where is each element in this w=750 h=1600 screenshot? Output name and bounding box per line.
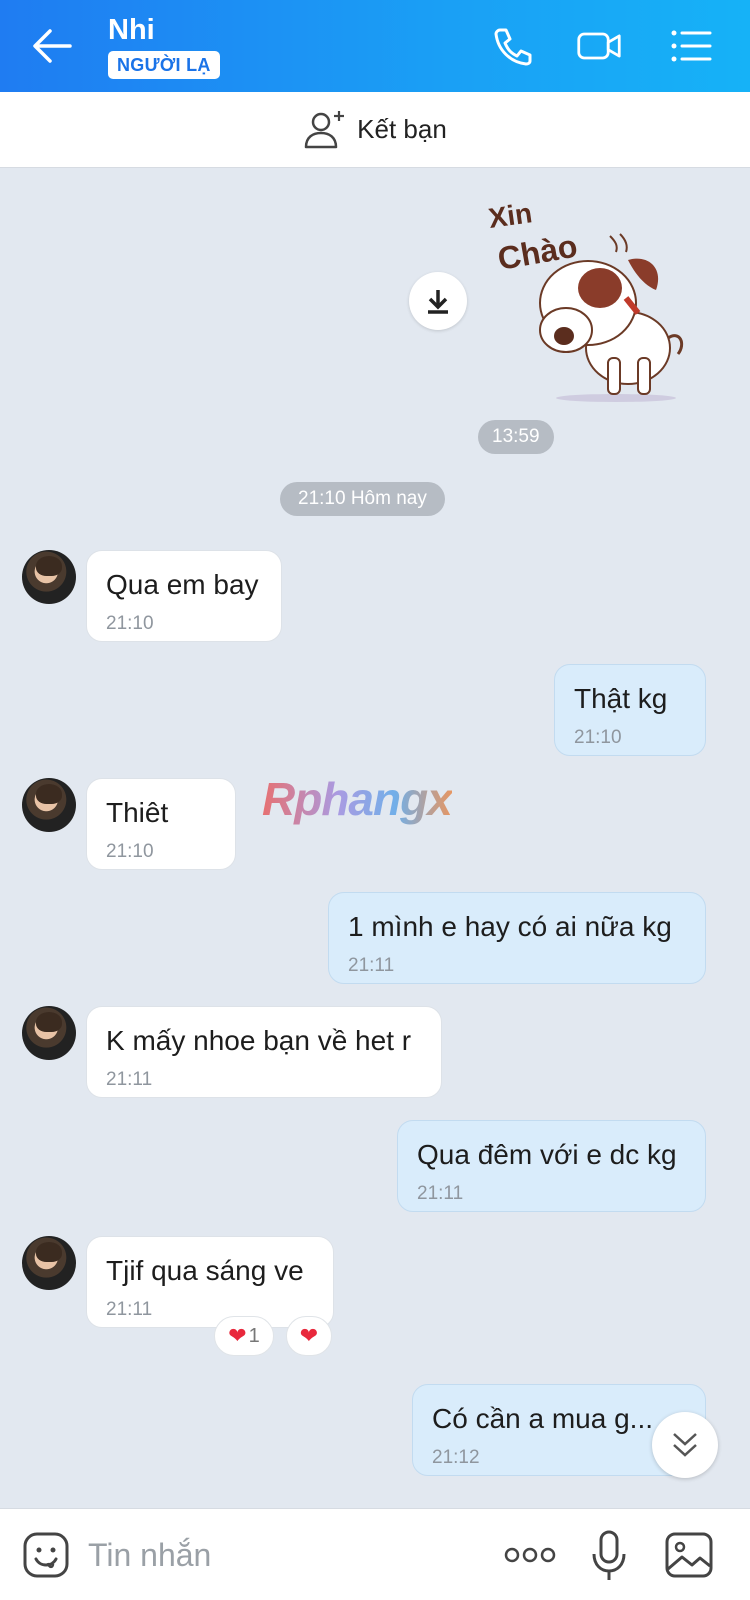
incoming-message[interactable]: Thiêt 21:10 <box>86 778 236 870</box>
message-text: 1 mình e hay có ai nữa kg <box>348 911 672 942</box>
message-time: 21:11 <box>106 1069 153 1090</box>
message-text: Thiêt <box>106 797 169 828</box>
message-text: Qua em bay <box>106 569 259 600</box>
outgoing-message[interactable]: Thật kg 21:10 <box>554 664 706 756</box>
message-text: Có cần a mua g... <box>432 1403 654 1434</box>
emoji-sticker-icon[interactable] <box>22 1531 70 1579</box>
add-friend-label: Kết bạn <box>357 114 447 144</box>
heart-icon: ❤ <box>299 1323 319 1348</box>
microphone-icon[interactable] <box>590 1529 628 1583</box>
reaction-summary[interactable]: ❤ 1 <box>214 1316 274 1356</box>
message-list[interactable]: Xin Chào 13:59 21:10 Hôm nay Qua em bay … <box>0 168 750 1508</box>
double-chevron-down-icon <box>673 1433 697 1457</box>
contact-name[interactable]: Nhi <box>108 14 155 47</box>
download-button[interactable] <box>409 272 467 330</box>
video-call-icon[interactable] <box>576 24 622 68</box>
message-time: 21:10 <box>106 841 154 862</box>
contact-avatar[interactable] <box>22 1236 76 1290</box>
message-time: 21:11 <box>417 1183 464 1204</box>
add-friend-bar[interactable]: Kết bạn <box>0 92 750 168</box>
chat-header: Nhi NGƯỜI LẠ <box>0 0 750 92</box>
download-icon <box>428 290 448 314</box>
heart-icon: ❤ <box>228 1323 247 1348</box>
message-text: Qua đêm với e dc kg <box>417 1139 677 1170</box>
message-input[interactable]: Tin nhắn <box>88 1537 211 1574</box>
reaction-count: 1 <box>248 1324 260 1347</box>
message-time: 21:10 <box>574 727 622 748</box>
incoming-message[interactable]: Tjif qua sáng ve 21:11 <box>86 1236 334 1328</box>
contact-avatar[interactable] <box>22 550 76 604</box>
stranger-badge: NGƯỜI LẠ <box>108 51 220 79</box>
svg-text:Xin: Xin <box>488 198 534 234</box>
message-time: 21:10 <box>106 613 154 634</box>
more-options-icon[interactable] <box>504 1543 556 1567</box>
message-time: 21:11 <box>106 1299 153 1320</box>
message-text: Thật kg <box>574 683 668 714</box>
outgoing-message[interactable]: Qua đêm với e dc kg 21:11 <box>397 1120 706 1212</box>
incoming-message[interactable]: Qua em bay 21:10 <box>86 550 282 642</box>
date-separator: 21:10 Hôm nay <box>280 482 445 516</box>
watermark-logo: Rphangx <box>262 773 453 825</box>
incoming-message[interactable]: K mấy nhoe bạn về het r 21:11 <box>86 1006 442 1098</box>
message-time: 21:11 <box>348 955 395 976</box>
contact-avatar[interactable] <box>22 778 76 832</box>
message-text: Tjif qua sáng ve <box>106 1255 304 1286</box>
react-heart-button[interactable]: ❤ <box>286 1316 332 1356</box>
message-input-bar: Tin nhắn <box>0 1508 750 1600</box>
back-arrow-icon[interactable] <box>30 26 74 66</box>
contact-avatar[interactable] <box>22 1006 76 1060</box>
menu-list-icon[interactable] <box>668 24 714 68</box>
message-time: 21:12 <box>432 1447 480 1468</box>
image-gallery-icon[interactable] <box>664 1531 714 1579</box>
add-friend-icon <box>304 110 345 148</box>
message-text: K mấy nhoe bạn về het r <box>106 1025 412 1056</box>
xin-chao-dog-sticker[interactable]: Xin Chào <box>488 198 698 406</box>
sticker-timestamp: 13:59 <box>478 420 554 454</box>
scroll-to-bottom-button[interactable] <box>652 1412 718 1478</box>
outgoing-message[interactable]: 1 mình e hay có ai nữa kg 21:11 <box>328 892 706 984</box>
phone-call-icon[interactable] <box>490 24 536 68</box>
